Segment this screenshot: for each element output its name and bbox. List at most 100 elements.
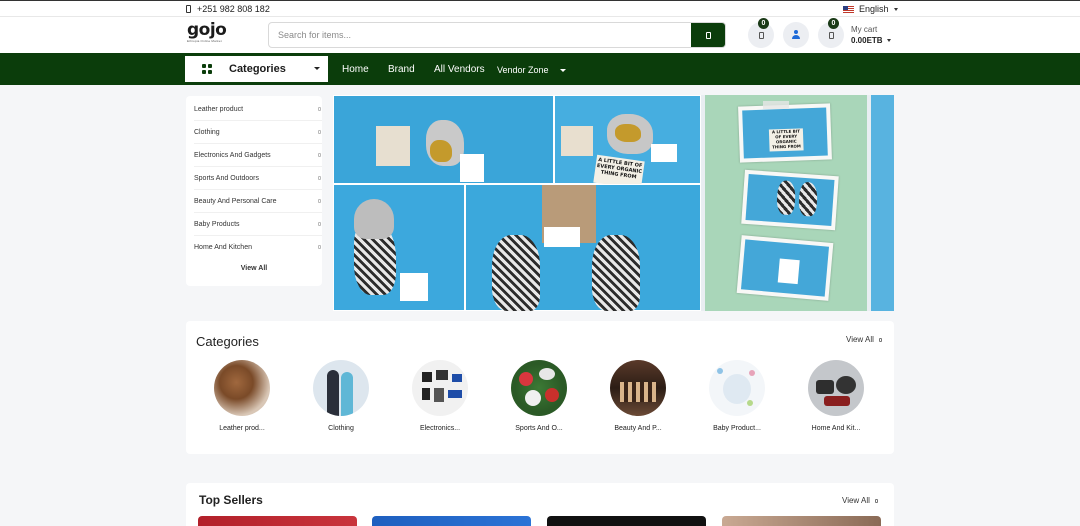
category-label: Electronics... <box>419 425 461 432</box>
top-bar: +251 982 808 182 English <box>0 0 1080 17</box>
category-label: Leather prod... <box>219 425 265 432</box>
sidebar-item-label: Sports And Outdoors <box>194 174 259 182</box>
banner-photo-4 <box>465 184 701 311</box>
language-selector[interactable]: English <box>843 4 898 14</box>
sidebar-item-clothing[interactable]: Clothing <box>194 121 322 144</box>
category-clothing-image <box>313 360 369 416</box>
chevron-right-icon <box>318 130 321 134</box>
banner-print <box>736 235 834 301</box>
banner-shoe <box>492 235 540 311</box>
search-icon <box>705 31 711 39</box>
category-baby-image <box>709 360 765 416</box>
vendor-zone-chevron-icon[interactable] <box>560 69 566 72</box>
cart-summary[interactable]: My cart 0.00ETB <box>851 24 891 46</box>
sidebar-item-baby[interactable]: Baby Products <box>194 213 322 236</box>
language-label: English <box>859 4 889 14</box>
nav-all-vendors[interactable]: All Vendors <box>434 64 485 75</box>
account-button[interactable] <box>783 22 809 48</box>
chevron-down-icon <box>893 7 898 11</box>
us-flag-icon <box>843 5 854 13</box>
banner-shoe-top <box>354 199 394 239</box>
seller-card[interactable] <box>198 516 357 526</box>
hero-banner[interactable]: A LITTLE BIT OF EVERY ORGANIC THING FROM… <box>333 95 894 311</box>
banner-tape <box>763 101 789 109</box>
category-sports[interactable]: Sports And O... <box>496 360 582 432</box>
top-sellers-title: Top Sellers <box>199 493 263 507</box>
wishlist-button[interactable]: 0 <box>748 18 774 48</box>
chevron-right-icon <box>318 245 321 249</box>
category-leather-image <box>214 360 270 416</box>
sidebar-item-label: Electronics And Gadgets <box>194 151 271 159</box>
sidebar-item-label: Home And Kitchen <box>194 244 252 251</box>
category-home-kitchen[interactable]: Home And Kit... <box>793 360 879 432</box>
nav-home[interactable]: Home <box>342 64 369 75</box>
banner-print <box>741 169 839 231</box>
banner-print: A LITTLE BIT OF EVERY ORGANIC THING FROM <box>738 103 832 163</box>
logo-wordmark: gojo <box>187 20 227 40</box>
top-sellers-view-all-link[interactable]: View All <box>842 496 878 505</box>
sidebar-item-electronics[interactable]: Electronics And Gadgets <box>194 144 322 167</box>
banner-tag <box>460 154 484 182</box>
banner-photo-5: A LITTLE BIT OF EVERY ORGANIC THING FROM <box>705 95 867 311</box>
banner-shoe-pattern <box>430 140 452 162</box>
wishlist-count-badge: 0 <box>758 18 769 29</box>
nav-brand[interactable]: Brand <box>388 64 415 75</box>
categories-dropdown-label: Categories <box>229 63 286 75</box>
category-leather[interactable]: Leather prod... <box>199 360 285 432</box>
main-nav: Categories Home Brand All Vendors Vendor… <box>0 53 1080 85</box>
category-beauty[interactable]: Beauty And P... <box>595 360 681 432</box>
category-baby[interactable]: Baby Product... <box>694 360 780 432</box>
chevron-right-icon <box>318 199 321 203</box>
chevron-down-icon <box>886 39 891 42</box>
seller-card[interactable] <box>547 516 706 526</box>
sidebar-item-leather[interactable]: Leather product <box>194 98 322 121</box>
chevron-right-icon <box>318 176 321 180</box>
phone-number: +251 982 808 182 <box>197 4 270 14</box>
sidebar-item-sports[interactable]: Sports And Outdoors <box>194 167 322 190</box>
banner-card <box>561 126 593 156</box>
category-label: Clothing <box>328 425 354 432</box>
banner-shoe <box>592 235 640 311</box>
nav-vendor-zone[interactable]: Vendor Zone <box>497 65 549 75</box>
heart-icon <box>758 31 764 39</box>
sidebar-item-label: Clothing <box>194 128 220 136</box>
category-sidebar: Leather product Clothing Electronics And… <box>186 96 322 286</box>
categories-dropdown-button[interactable]: Categories <box>185 56 328 82</box>
category-sports-image <box>511 360 567 416</box>
cart-count-badge: 0 <box>828 18 839 29</box>
seller-card[interactable] <box>722 516 881 526</box>
category-label: Beauty And P... <box>614 425 662 432</box>
category-label: Home And Kit... <box>811 425 861 432</box>
category-label: Sports And O... <box>515 425 563 432</box>
categories-title: Categories <box>196 334 259 349</box>
cart-label: My cart <box>851 25 878 34</box>
sidebar-item-label: Leather product <box>194 105 244 113</box>
banner-sticker: A LITTLE BIT OF EVERY ORGANIC THING FROM <box>768 128 804 152</box>
category-clothing[interactable]: Clothing <box>298 360 384 432</box>
user-icon <box>791 30 801 40</box>
cart-button[interactable]: 0 <box>818 18 844 48</box>
search-input[interactable] <box>269 23 691 47</box>
banner-tag <box>400 273 428 301</box>
phone-contact[interactable]: +251 982 808 182 <box>186 4 270 14</box>
cart-amount-row: 0.00ETB <box>851 35 891 46</box>
chevron-right-icon <box>318 153 321 157</box>
categories-view-all-link[interactable]: View All <box>846 335 882 344</box>
grid-icon <box>202 64 212 74</box>
category-electronics[interactable]: Electronics... <box>397 360 483 432</box>
sidebar-item-home-kitchen[interactable]: Home And Kitchen <box>194 236 322 259</box>
site-logo[interactable]: gojo Ethiopia Online Market <box>187 21 229 47</box>
sidebar-item-beauty[interactable]: Beauty And Personal Care <box>194 190 322 213</box>
sidebar-item-label: Baby Products <box>194 220 240 228</box>
top-sellers-section: Top Sellers View All <box>186 483 894 526</box>
sidebar-view-all-link[interactable]: View All <box>186 265 322 272</box>
category-home-kitchen-image <box>808 360 864 416</box>
seller-card[interactable] <box>372 516 531 526</box>
categories-section: Categories View All Leather prod... Clot… <box>186 321 894 454</box>
category-beauty-image <box>610 360 666 416</box>
view-all-label: View All <box>846 335 874 344</box>
sidebar-item-label: Beauty And Personal Care <box>194 197 277 205</box>
banner-shoe-pattern <box>615 124 641 142</box>
category-electronics-image <box>412 360 468 416</box>
search-button[interactable] <box>691 23 725 47</box>
